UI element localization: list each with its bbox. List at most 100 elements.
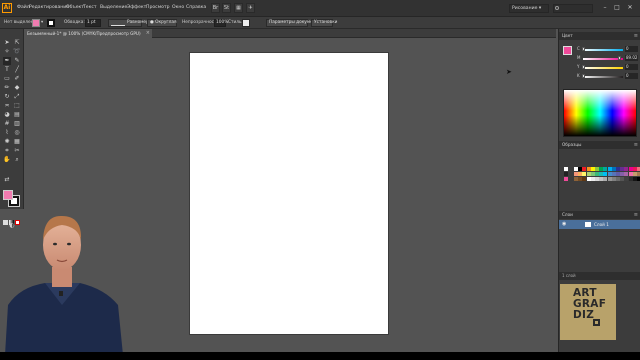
- artboard[interactable]: [190, 53, 388, 334]
- slider-m[interactable]: M 89.02: [577, 55, 639, 62]
- artgrafdiz-logo: ART GRAF DIZ: [560, 284, 616, 340]
- search-input[interactable]: [553, 4, 593, 13]
- artboard-tool-icon[interactable]: ⌗: [3, 147, 11, 155]
- pen-tool-icon[interactable]: ✒: [3, 57, 11, 65]
- channel-value[interactable]: 0: [625, 46, 638, 52]
- width-tool-icon[interactable]: ≍: [3, 102, 11, 110]
- slider-knob[interactable]: [582, 65, 585, 69]
- panel-menu-icon[interactable]: ≡: [634, 141, 638, 149]
- layer-row[interactable]: ◉ Слой 1: [559, 220, 640, 229]
- paintbrush-tool-icon[interactable]: ✐: [13, 75, 21, 83]
- hand-tool-icon[interactable]: ✋: [3, 156, 11, 164]
- variable-width-profile[interactable]: Равномерно: [108, 19, 154, 27]
- curvature-tool-icon[interactable]: ✎: [13, 57, 21, 65]
- menu-object[interactable]: Объект: [66, 5, 84, 10]
- graph-tool-icon[interactable]: ▦: [13, 138, 21, 146]
- panel-menu-icon[interactable]: ≡: [634, 32, 638, 40]
- channel-label: C: [577, 46, 580, 51]
- arrange-docs-button[interactable]: ▦: [234, 3, 243, 13]
- control-bar: Нет выделения ▾ Обводка: 1 pt Равномерно…: [0, 17, 640, 29]
- eraser-tool-icon[interactable]: ◆: [13, 84, 21, 92]
- pencil-tool-icon[interactable]: ✏: [3, 84, 11, 92]
- document-setup-button[interactable]: Параметры документа: [266, 19, 321, 27]
- pink-swatch[interactable]: [564, 177, 568, 181]
- menu-edit[interactable]: Редактирование: [29, 5, 69, 10]
- slider-knob[interactable]: [582, 47, 585, 51]
- menu-help[interactable]: Справка: [186, 5, 206, 10]
- menu-file[interactable]: Файл: [17, 5, 30, 10]
- direct-selection-tool-icon[interactable]: ⇱: [13, 39, 21, 47]
- swatches-grid: [562, 161, 640, 211]
- layers-footer: 1 слой: [559, 272, 640, 280]
- preferences-button[interactable]: Установки: [311, 19, 337, 27]
- blend-tool-icon[interactable]: ◎: [13, 129, 21, 137]
- channel-value[interactable]: 0: [625, 64, 638, 70]
- slider-track[interactable]: [583, 76, 623, 78]
- slider-track[interactable]: [583, 67, 623, 69]
- layers-panel-header[interactable]: Слои ≡: [559, 211, 640, 219]
- slider-c[interactable]: C0: [577, 46, 639, 53]
- document-tab[interactable]: Безымянный-1* @ 100% (CMYK/Предпросмотр …: [24, 29, 152, 38]
- menu-effect[interactable]: Эффект: [127, 5, 146, 10]
- fill-color-swatch[interactable]: [32, 19, 40, 27]
- zoom-tool-icon[interactable]: ⌕: [13, 156, 21, 164]
- lapel-mic: [59, 291, 63, 296]
- close-tab-icon[interactable]: ×: [146, 29, 150, 38]
- stroke-color-swatch[interactable]: [47, 19, 55, 27]
- none-swatch[interactable]: [564, 167, 568, 171]
- channel-value[interactable]: 89.02: [625, 55, 638, 61]
- registration-swatch[interactable]: [564, 172, 568, 176]
- brush-definition[interactable]: ● Округлая: [147, 19, 177, 27]
- panel-menu-icon[interactable]: ≡: [634, 211, 638, 219]
- scale-tool-icon[interactable]: ⤢: [13, 93, 21, 101]
- color-panel-fill-swatch[interactable]: [563, 46, 572, 55]
- swap-colors-icon[interactable]: ⇄: [3, 176, 11, 184]
- slice-tool-icon[interactable]: ✂: [13, 147, 21, 155]
- fill-swatch[interactable]: [3, 190, 13, 200]
- visibility-eye-icon[interactable]: ◉: [562, 220, 566, 229]
- shape-builder-icon[interactable]: ◕: [3, 111, 11, 119]
- workspace-switcher[interactable]: Рисование ▾: [509, 4, 549, 13]
- symbol-sprayer-icon[interactable]: ✺: [3, 138, 11, 146]
- eyedropper-icon[interactable]: ⌇: [3, 129, 11, 137]
- menu-window[interactable]: Окно: [172, 5, 184, 10]
- slider-knob[interactable]: [617, 56, 621, 60]
- opacity-field[interactable]: 100%: [214, 19, 228, 27]
- search-icon: [555, 6, 559, 10]
- presenter-video: [5, 215, 123, 352]
- mesh-tool-icon[interactable]: #: [3, 120, 11, 128]
- toolbox: ➤ ⇱ ✧ ➰ ✒ ✎ T ╱ ▭ ✐ ✏ ◆ ↻ ⤢ ≍ ⬚ ◕ ▤ # ▥ …: [0, 29, 24, 229]
- maximize-button[interactable]: □: [612, 3, 622, 13]
- channel-value[interactable]: 0: [625, 73, 638, 79]
- stock-button[interactable]: St: [222, 3, 231, 13]
- perspective-grid-icon[interactable]: ▤: [13, 111, 21, 119]
- slider-y[interactable]: Y0: [577, 64, 639, 71]
- layer-name[interactable]: Слой 1: [594, 220, 609, 229]
- lasso-tool-icon[interactable]: ➰: [13, 48, 21, 56]
- rectangle-tool-icon[interactable]: ▭: [3, 75, 11, 83]
- slider-track[interactable]: [583, 49, 623, 51]
- menu-type[interactable]: Текст: [83, 5, 97, 10]
- bridge-button[interactable]: Br: [211, 3, 220, 13]
- menu-view[interactable]: Просмотр: [146, 5, 170, 10]
- stroke-weight-field[interactable]: 1 pt: [85, 19, 101, 27]
- free-transform-icon[interactable]: ⬚: [13, 102, 21, 110]
- gpu-button[interactable]: ✈: [246, 3, 255, 13]
- selection-tool-icon[interactable]: ➤: [3, 39, 11, 47]
- minimize-button[interactable]: –: [600, 3, 610, 13]
- magic-wand-icon[interactable]: ✧: [3, 48, 11, 56]
- menu-select[interactable]: Выделение: [100, 5, 127, 10]
- close-button[interactable]: ✕: [625, 3, 635, 13]
- color-spectrum[interactable]: [563, 89, 637, 137]
- illustrator-window: Ai Файл Редактирование Объект Текст Выде…: [0, 0, 640, 352]
- slider-k[interactable]: K0: [577, 73, 639, 80]
- gradient-tool-icon[interactable]: ▥: [13, 120, 21, 128]
- slider-knob[interactable]: [582, 74, 585, 78]
- rotate-tool-icon[interactable]: ↻: [3, 93, 11, 101]
- line-tool-icon[interactable]: ╱: [13, 66, 21, 74]
- type-tool-icon[interactable]: T: [3, 66, 11, 74]
- letterbox-bar: [0, 352, 640, 360]
- color-panel-header[interactable]: Цвет ≡: [559, 32, 640, 40]
- swatches-panel-header[interactable]: Образцы ≡: [559, 141, 640, 149]
- graphic-style-swatch[interactable]: [242, 19, 250, 27]
